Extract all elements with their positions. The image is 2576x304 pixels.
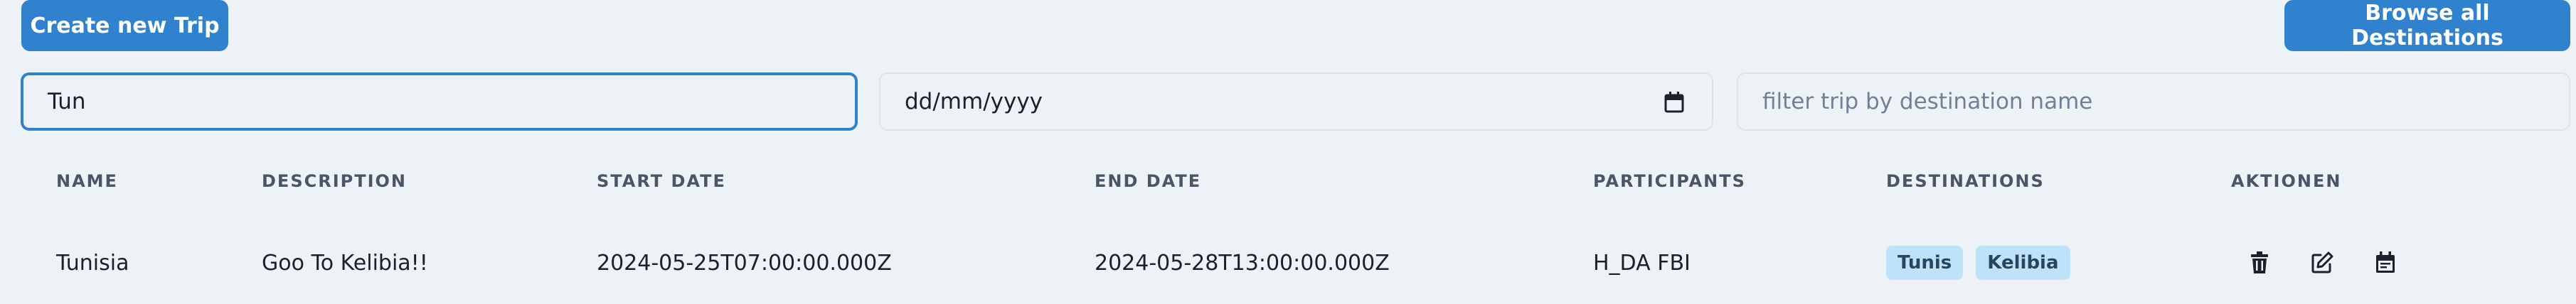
trips-page: Create new Trip Browse all Destinations … [0,0,2576,304]
destination-tag: Tunis [1886,246,1964,280]
header-name: NAME [56,171,118,191]
trip-description: Goo To Kelibia!! [262,251,428,276]
browse-destinations-button[interactable]: Browse all Destinations [2284,0,2570,51]
header-destinations: DESTINATIONS [1886,171,2045,191]
header-participants: PARTICIPANTS [1593,171,1746,191]
edit-trip-button[interactable] [2302,246,2342,280]
create-trip-button[interactable]: Create new Trip [21,0,228,51]
destination-filter-input[interactable] [1762,89,2545,114]
calendar-icon [2376,251,2395,273]
header-actions: AKTIONEN [2231,171,2342,191]
trip-name-filter[interactable] [21,72,858,131]
trip-name: Tunisia [56,251,129,276]
header-description: DESCRIPTION [262,171,408,191]
trip-start-date: 2024-05-25T07:00:00.000Z [597,251,892,276]
calendar-picker-icon[interactable] [1664,91,1685,114]
trip-name-input[interactable] [48,89,831,114]
destination-tag: Kelibia [1976,246,2070,280]
trip-participants: H_DA FBI [1593,251,1691,276]
delete-trip-button[interactable] [2240,246,2279,280]
destination-tags: Tunis Kelibia [1886,246,2070,280]
date-placeholder: dd/mm/yyyy [905,89,1043,114]
destination-filter[interactable] [1737,72,2570,131]
schedule-trip-button[interactable] [2365,246,2405,280]
trash-icon [2251,251,2268,273]
header-start-date: START DATE [597,171,726,191]
date-filter[interactable]: dd/mm/yyyy [879,72,1713,131]
trip-end-date: 2024-05-28T13:00:00.000Z [1095,251,1390,276]
header-end-date: END DATE [1095,171,1202,191]
edit-icon [2311,251,2333,273]
